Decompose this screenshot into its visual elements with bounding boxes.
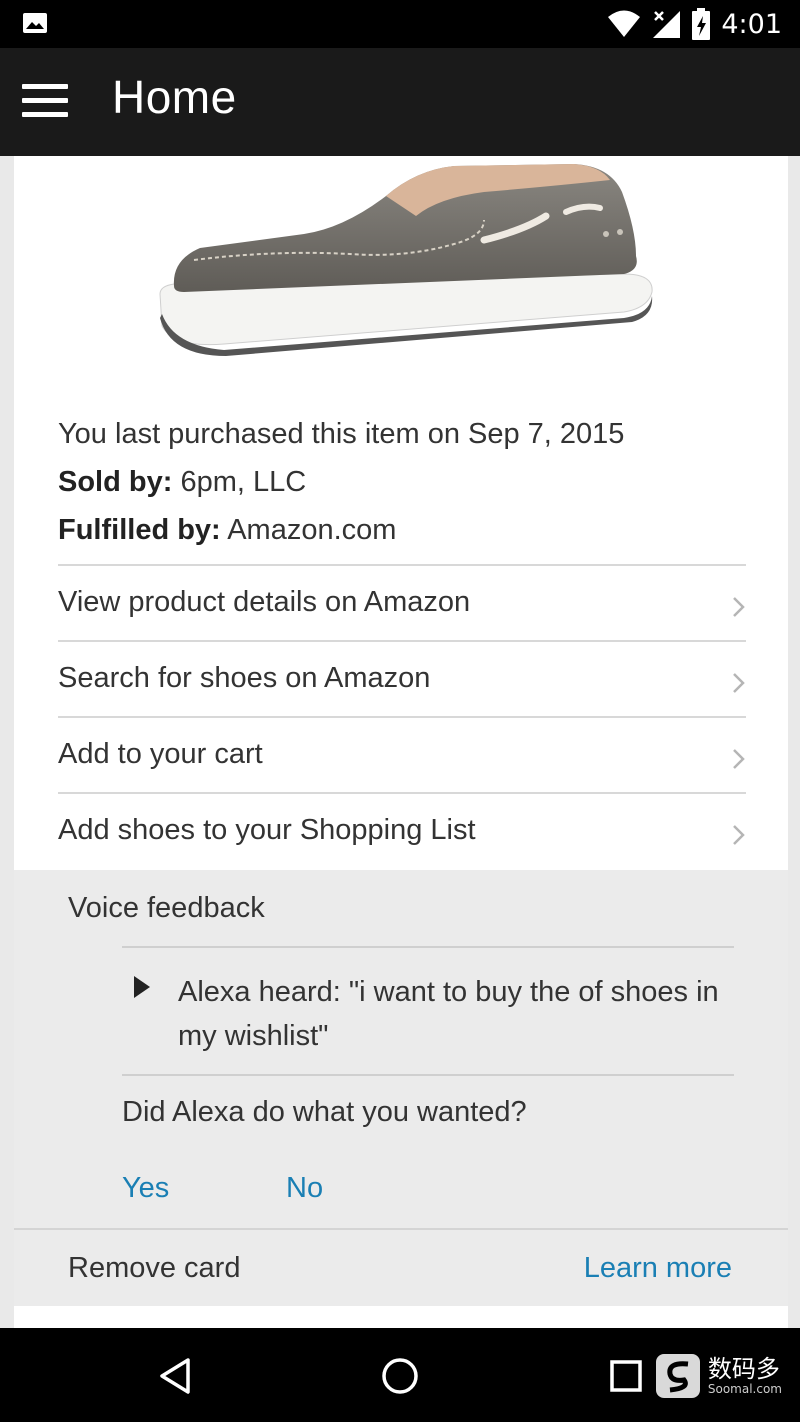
last-purchased-text: You last purchased this item on Sep 7, 2… <box>58 418 625 450</box>
watermark-text: 数码多 <box>707 1355 780 1383</box>
wifi-icon <box>608 10 641 37</box>
row-label: Add to your cart <box>58 738 263 770</box>
fulfilled-by-label: Fulfilled by: <box>58 514 221 546</box>
image-notification-icon <box>23 13 47 33</box>
page-title: Home <box>112 71 237 123</box>
row-label: Search for shoes on Amazon <box>58 662 431 694</box>
add-to-cart-row[interactable]: Add to your cart <box>58 716 746 792</box>
fulfilled-by-value: Amazon.com <box>227 514 397 546</box>
row-label: View product details on Amazon <box>58 586 471 618</box>
sold-by-value: 6pm, LLC <box>180 466 307 498</box>
watermark-subtext: Soomal.com <box>707 1382 782 1396</box>
product-image[interactable] <box>154 156 664 366</box>
sold-by-label: Sold by: <box>58 466 173 498</box>
chevron-right-icon <box>733 673 745 693</box>
status-bar: 4:01 <box>0 0 800 48</box>
card-footer: Remove card Learn more <box>14 1228 788 1306</box>
divider <box>122 1074 734 1076</box>
watermark-logo <box>655 1354 700 1398</box>
status-time: 4:01 <box>721 8 782 40</box>
hamburger-menu-icon[interactable] <box>22 84 68 122</box>
product-card: You last purchased this item on Sep 7, 2… <box>14 156 788 870</box>
search-shoes-row[interactable]: Search for shoes on Amazon <box>58 640 746 716</box>
watermark: 数码多 Soomal.com <box>654 1346 782 1406</box>
remove-card-button[interactable]: Remove card <box>68 1252 240 1285</box>
fulfilled-by: Fulfilled by: Amazon.com <box>58 514 396 547</box>
row-label: Add shoes to your Shopping List <box>58 814 476 846</box>
learn-more-link[interactable]: Learn more <box>584 1252 732 1285</box>
signal-icon <box>653 11 681 38</box>
play-icon[interactable] <box>132 974 152 1000</box>
divider <box>122 946 734 948</box>
yes-button[interactable]: Yes <box>122 1172 169 1205</box>
view-product-details-row[interactable]: View product details on Amazon <box>58 564 746 640</box>
battery-charging-icon <box>692 8 711 40</box>
chevron-right-icon <box>733 825 745 845</box>
chevron-right-icon <box>733 749 745 769</box>
alexa-heard-text: Alexa heard: "i want to buy the of shoes… <box>178 976 719 1052</box>
feedback-question: Did Alexa do what you wanted? <box>122 1096 527 1128</box>
chevron-right-icon <box>733 597 745 617</box>
no-button[interactable]: No <box>286 1172 323 1205</box>
next-card-edge <box>14 1306 788 1328</box>
home-icon[interactable] <box>378 1354 422 1398</box>
app-bar: Home <box>0 48 800 156</box>
voice-feedback-section: Voice feedback Alexa heard: "i want to b… <box>14 870 788 1228</box>
voice-feedback-title: Voice feedback <box>68 892 265 924</box>
back-icon[interactable] <box>154 1354 198 1398</box>
sold-by: Sold by: 6pm, LLC <box>58 466 306 499</box>
add-to-shopping-list-row[interactable]: Add shoes to your Shopping List <box>58 792 746 868</box>
navigation-bar: 数码多 Soomal.com <box>0 1328 800 1422</box>
recents-icon[interactable] <box>606 1354 650 1398</box>
